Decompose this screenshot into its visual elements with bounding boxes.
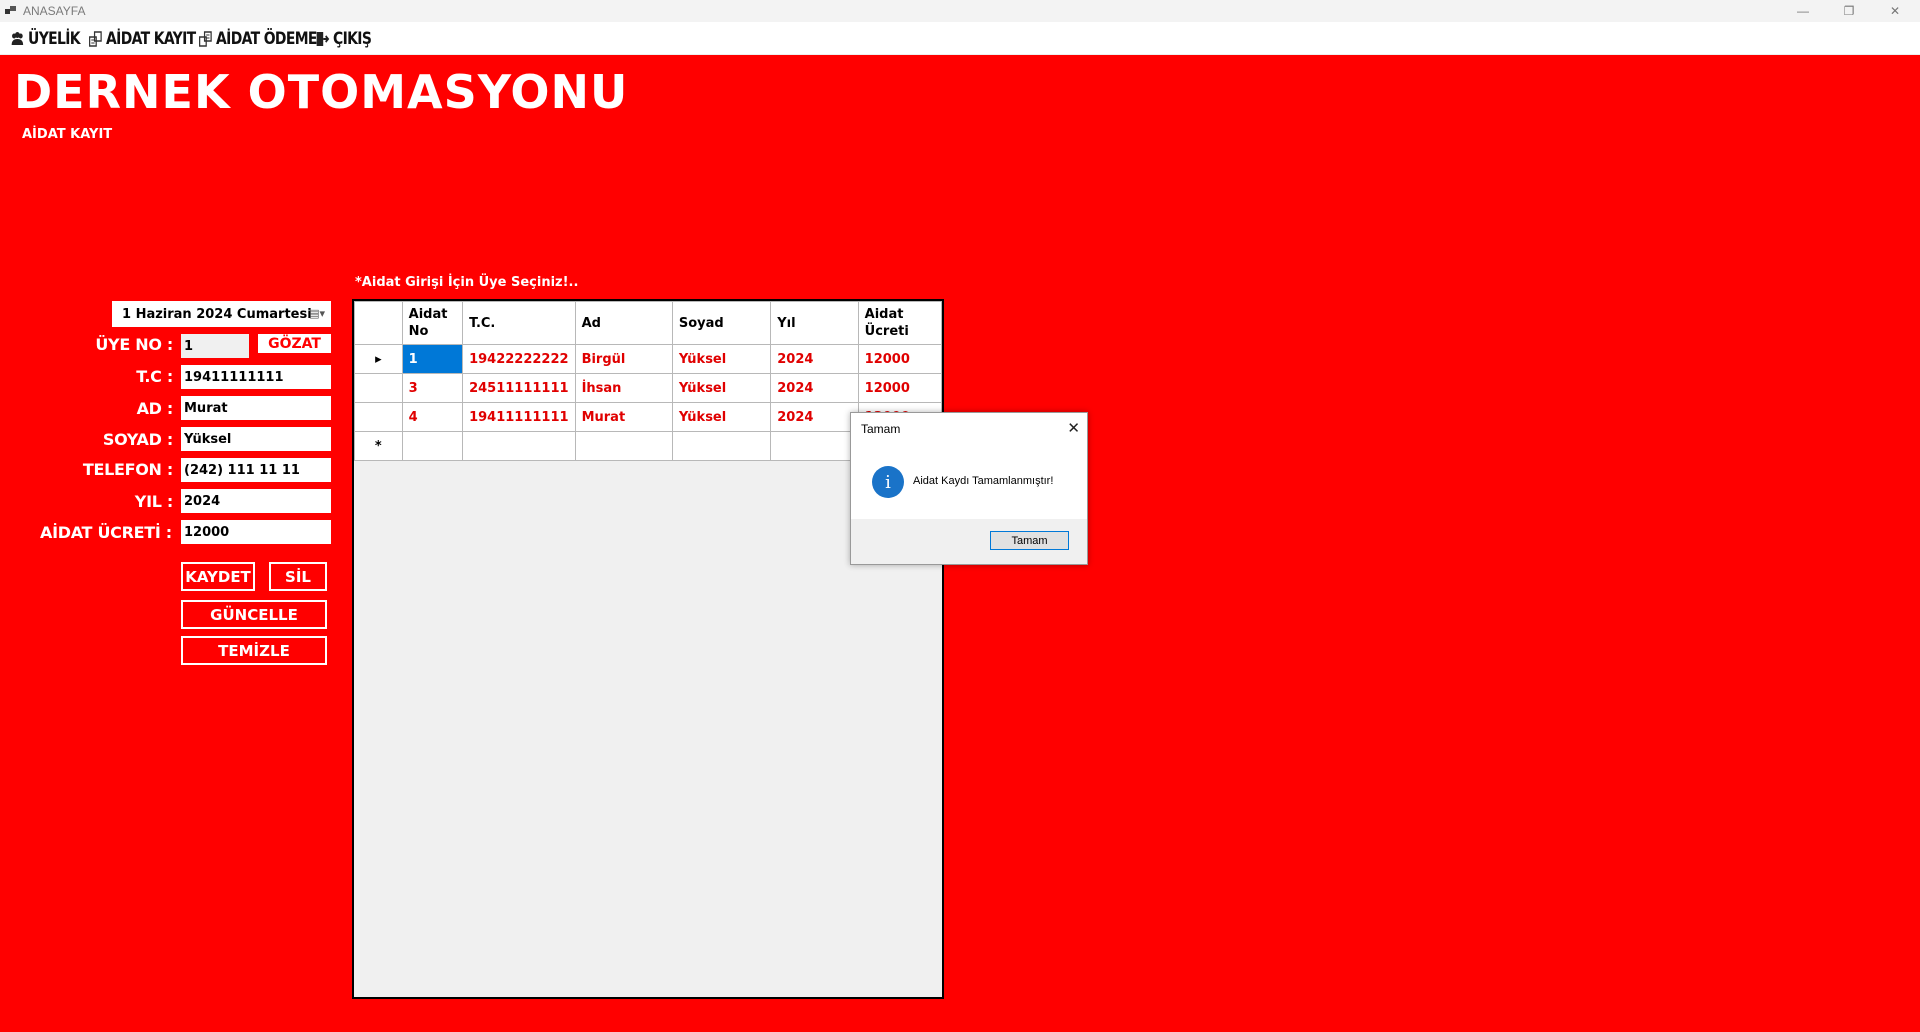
yil-label: YIL : bbox=[134, 492, 174, 511]
info-icon: i bbox=[872, 466, 904, 498]
column-header[interactable]: Yıl bbox=[770, 301, 859, 345]
table-cell[interactable]: Murat bbox=[574, 402, 673, 432]
menu-cikis[interactable]: ÇIKIŞ bbox=[315, 28, 372, 50]
column-header[interactable]: Ad bbox=[574, 301, 673, 345]
table-cell[interactable]: 12000 bbox=[857, 373, 943, 403]
uye-no-label: ÜYE NO : bbox=[95, 335, 173, 354]
table-cell[interactable]: 19411111111 bbox=[462, 402, 576, 432]
uye-no-field[interactable]: 1 bbox=[181, 334, 249, 358]
table-cell[interactable] bbox=[401, 431, 464, 461]
temizle-button[interactable]: TEMİZLE bbox=[181, 636, 327, 665]
menu-label: ÜYELİK bbox=[28, 29, 81, 49]
column-header[interactable]: Aidat Ücreti bbox=[857, 301, 943, 345]
exit-icon bbox=[316, 32, 330, 46]
menu-label: AİDAT ÖDEME bbox=[216, 29, 317, 49]
aidat-ucreti-field[interactable]: 12000 bbox=[181, 520, 331, 544]
soyad-label: SOYAD : bbox=[102, 430, 173, 449]
app-icon bbox=[5, 6, 16, 14]
soyad-field[interactable]: Yüksel bbox=[181, 427, 331, 451]
dialog-footer: Tamam bbox=[851, 519, 1087, 564]
table-cell[interactable] bbox=[574, 431, 673, 461]
dialog-title: Tamam bbox=[861, 422, 901, 436]
minimize-button[interactable]: — bbox=[1780, 0, 1826, 22]
select-member-hint: *Aidat Girişi İçin Üye Seçiniz!.. bbox=[355, 275, 579, 290]
tc-field[interactable]: 19411111111 bbox=[181, 365, 331, 389]
table-cell[interactable]: 4 bbox=[401, 402, 464, 432]
yil-field[interactable]: 2024 bbox=[181, 489, 331, 513]
table-row[interactable]: ▸ 1 19422222222 Birgül Yüksel 2024 12000 bbox=[354, 344, 943, 374]
table-cell[interactable]: 24511111111 bbox=[462, 373, 576, 403]
table-cell[interactable]: 2024 bbox=[770, 373, 859, 403]
sil-button[interactable]: SİL bbox=[269, 562, 327, 591]
message-dialog: Tamam ✕ i Aidat Kaydı Tamamlanmıştır! Ta… bbox=[850, 412, 1088, 565]
telefon-field[interactable]: (242) 111 11 11 bbox=[181, 458, 331, 482]
table-cell[interactable]: 2024 bbox=[770, 402, 859, 432]
telefon-label: TELEFON : bbox=[82, 460, 173, 479]
gozat-button[interactable]: GÖZAT bbox=[258, 334, 331, 353]
date-picker[interactable]: 1 Haziran 2024 Cumartesi ▤▾ bbox=[112, 301, 331, 327]
date-value: 1 Haziran 2024 Cumartesi bbox=[122, 306, 312, 322]
dialog-message: Aidat Kaydı Tamamlanmıştır! bbox=[913, 475, 1054, 487]
ok-button[interactable]: Tamam bbox=[990, 531, 1069, 550]
table-cell[interactable]: Birgül bbox=[574, 344, 673, 374]
table-cell[interactable]: Yüksel bbox=[671, 402, 772, 432]
table-cell[interactable]: 2024 bbox=[770, 344, 859, 374]
table-cell[interactable] bbox=[462, 431, 576, 461]
close-icon[interactable]: ✕ bbox=[1067, 419, 1080, 437]
table-cell[interactable]: 12000 bbox=[857, 344, 943, 374]
users-icon bbox=[11, 32, 24, 45]
table-cell[interactable]: 19422222222 bbox=[462, 344, 576, 374]
ad-field[interactable]: Murat bbox=[181, 396, 331, 420]
table-row[interactable]: 3 24511111111 İhsan Yüksel 2024 12000 bbox=[354, 373, 943, 403]
page-title: DERNEK OTOMASYONU bbox=[14, 65, 629, 119]
new-row-marker-icon[interactable]: * bbox=[354, 431, 403, 461]
table-cell[interactable]: Yüksel bbox=[671, 373, 772, 403]
table-cell[interactable] bbox=[671, 431, 772, 461]
restore-button[interactable]: ❐ bbox=[1826, 0, 1872, 22]
column-header[interactable]: Soyad bbox=[671, 301, 772, 345]
close-button[interactable]: ✕ bbox=[1872, 0, 1918, 22]
kaydet-button[interactable]: KAYDET bbox=[181, 562, 255, 591]
register-icon bbox=[89, 31, 102, 47]
menu-aidat-kayit[interactable]: AİDAT KAYIT bbox=[88, 28, 196, 50]
guncelle-button[interactable]: GÜNCELLE bbox=[181, 600, 327, 629]
table-cell[interactable]: İhsan bbox=[574, 373, 673, 403]
row-header-corner bbox=[354, 301, 403, 345]
payment-icon bbox=[199, 31, 212, 47]
menu-label: ÇIKIŞ bbox=[333, 29, 372, 49]
menu-aidat-odeme[interactable]: AİDAT ÖDEME bbox=[198, 28, 317, 50]
table-cell[interactable] bbox=[770, 431, 859, 461]
calendar-dropdown-icon[interactable]: ▤▾ bbox=[309, 307, 325, 320]
ad-label: AD : bbox=[136, 399, 174, 418]
menu-bar: ÜYELİK AİDAT KAYIT AİDAT ÖDEME ÇIKIŞ bbox=[0, 22, 1920, 55]
table-header-row: Aidat No T.C. Ad Soyad Yıl Aidat Ücreti bbox=[354, 301, 943, 345]
page-subtitle: AİDAT KAYIT bbox=[22, 127, 113, 142]
window-titlebar: ANASAYFA — ❐ ✕ bbox=[0, 0, 1920, 22]
tc-label: T.C : bbox=[136, 367, 173, 386]
column-header[interactable]: Aidat No bbox=[401, 301, 464, 345]
menu-label: AİDAT KAYIT bbox=[106, 29, 196, 49]
table-cell[interactable]: Yüksel bbox=[671, 344, 772, 374]
column-header[interactable]: T.C. bbox=[462, 301, 576, 345]
aidat-data-grid[interactable]: Aidat No T.C. Ad Soyad Yıl Aidat Ücreti … bbox=[352, 299, 944, 999]
table-cell[interactable]: 1 bbox=[401, 344, 464, 374]
menu-uyelik[interactable]: ÜYELİK bbox=[10, 28, 81, 50]
row-header[interactable] bbox=[354, 373, 403, 403]
window-title: ANASAYFA bbox=[23, 4, 86, 18]
table-cell[interactable]: 3 bbox=[401, 373, 464, 403]
row-header[interactable] bbox=[354, 402, 403, 432]
aidat-ucreti-label: AİDAT ÜCRETİ : bbox=[40, 523, 172, 542]
current-row-indicator-icon[interactable]: ▸ bbox=[354, 344, 403, 374]
